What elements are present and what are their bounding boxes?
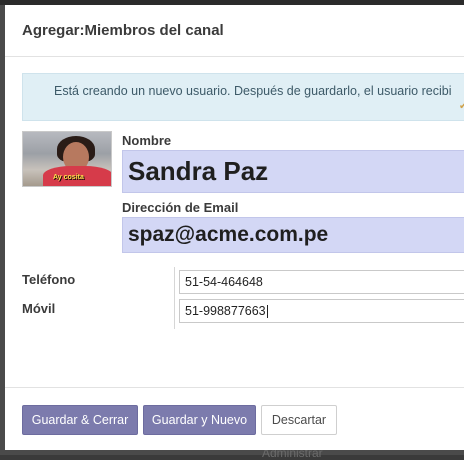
create-dialog: Agregar:Miembros del canal Está creando … — [5, 5, 464, 450]
info-banner-text: Está creando un nuevo usuario. Después d… — [54, 84, 452, 98]
dialog-header: Agregar:Miembros del canal — [5, 5, 464, 57]
text-caret — [266, 305, 268, 319]
dialog-title: Agregar:Miembros del canal — [22, 22, 224, 39]
discard-button[interactable]: Descartar — [261, 405, 337, 435]
info-banner-tail-icon: ✔ — [459, 101, 464, 112]
label-divider — [174, 267, 175, 329]
mobile-input[interactable]: 51-998877663 — [179, 299, 464, 323]
mobile-label: Móvil — [22, 301, 56, 316]
phone-input-value: 51-54-464648 — [185, 275, 263, 289]
save-new-button[interactable]: Guardar y Nuevo — [143, 405, 256, 435]
avatar-caption: Ay cosita — [53, 174, 84, 181]
email-input[interactable]: spaz@acme.com.pe — [122, 217, 464, 253]
save-close-button[interactable]: Guardar & Cerrar — [22, 405, 138, 435]
phone-input[interactable]: 51-54-464648 — [179, 270, 464, 294]
email-label: Dirección de Email — [122, 200, 239, 215]
mobile-input-value: 51-998877663 — [185, 304, 266, 318]
info-banner: Está creando un nuevo usuario. Después d… — [22, 73, 464, 121]
name-input[interactable]: Sandra Paz — [122, 150, 464, 193]
avatar[interactable]: Ay cosita — [22, 131, 112, 187]
name-label: Nombre — [122, 133, 172, 148]
phone-label: Teléfono — [22, 272, 76, 287]
